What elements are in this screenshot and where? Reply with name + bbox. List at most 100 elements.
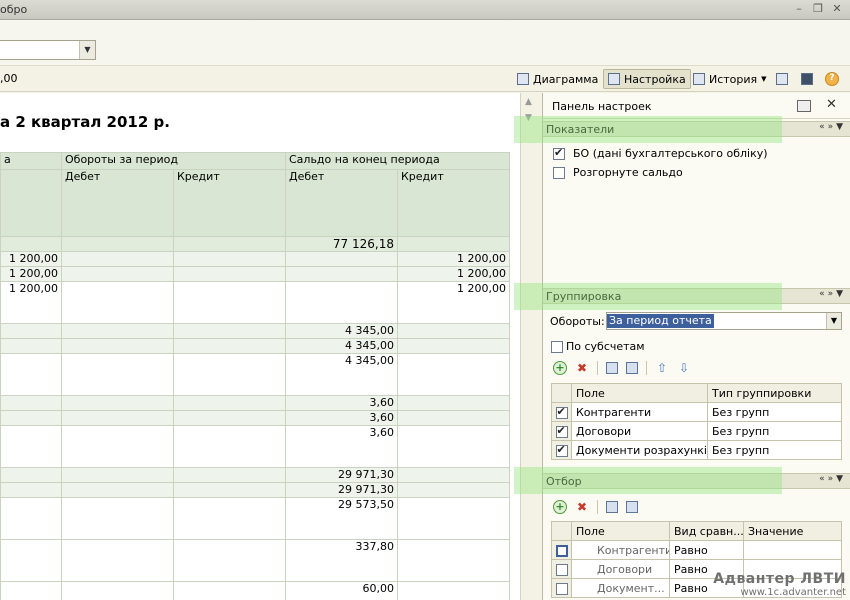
col-compare: Вид сравн...: [669, 521, 744, 541]
section-controls-icon[interactable]: «»▼: [819, 289, 846, 299]
history-icon: [693, 73, 705, 85]
indicator-item[interactable]: БО (дані бухгалтерського обліку): [553, 146, 768, 160]
table-row[interactable]: Договори Без групп: [551, 421, 842, 441]
export-button[interactable]: [772, 69, 792, 89]
title-bar: обро – ❐ ✕: [0, 0, 850, 20]
settings-panel-icon: [608, 73, 620, 85]
header-turnover: Обороты за период: [61, 152, 286, 170]
checkbox-unchecked[interactable]: [555, 563, 568, 576]
by-subaccounts-label: По субсчетам: [566, 340, 645, 353]
turnover-combo[interactable]: За период отчета ▼: [606, 312, 842, 330]
panel-options-icon[interactable]: [797, 100, 811, 112]
table-row[interactable]: 3,60: [0, 410, 510, 426]
uncheck-all-icon[interactable]: [626, 501, 638, 513]
col-field: Поле: [571, 383, 708, 403]
table-row[interactable]: 77 126,18: [0, 236, 510, 252]
restore-icon[interactable]: ❐: [811, 2, 825, 16]
checkbox-checked[interactable]: [555, 424, 568, 438]
report-title: а 2 квартал 2012 р.: [0, 113, 170, 131]
save-icon: [801, 73, 813, 85]
checkbox-checked[interactable]: [553, 146, 565, 160]
table-row[interactable]: 29 971,30: [0, 467, 510, 483]
checkbox-unchecked[interactable]: [553, 166, 565, 179]
splitter-bar[interactable]: ▲ ▼: [520, 93, 542, 600]
by-subaccounts-option[interactable]: По субсчетам: [551, 340, 645, 353]
grouping-toolbar: + ✖ ⇧ ⇩: [553, 361, 691, 375]
table-row[interactable]: Документи розрахункі... Без групп: [551, 440, 842, 460]
table-row[interactable]: 60,00: [0, 581, 510, 600]
indicator-item[interactable]: Розгорнуте сальдо: [553, 166, 683, 179]
header-turnover-credit: Кредит: [173, 169, 286, 237]
watermark-line2: www.1c.advanter.net: [740, 587, 846, 598]
dropdown-arrow-icon[interactable]: ▼: [826, 313, 841, 329]
add-icon[interactable]: +: [553, 361, 567, 375]
delete-icon[interactable]: ✖: [575, 500, 589, 514]
table-row[interactable]: 3,60: [0, 395, 510, 411]
add-icon[interactable]: +: [553, 500, 567, 514]
settings-panel-title: Панель настроек: [552, 100, 652, 113]
chevron-down-icon: ▼: [761, 75, 767, 83]
period-combo[interactable]: ▼: [0, 40, 96, 60]
window-title: обро: [0, 3, 28, 16]
delete-icon[interactable]: ✖: [575, 361, 589, 375]
move-down-icon[interactable]: ⇩: [677, 361, 691, 375]
checkbox-checked[interactable]: [555, 443, 568, 457]
watermark: Адвантер ЛВТИ www.1c.advanter.net: [713, 571, 846, 598]
export-icon: [776, 73, 788, 85]
settings-label: Настройка: [624, 72, 686, 86]
table-row[interactable]: 4 345,00: [0, 323, 510, 339]
table-row[interactable]: 29 573,50: [0, 497, 510, 540]
save-button[interactable]: [797, 69, 817, 89]
table-row[interactable]: Контрагенти Равно: [551, 540, 842, 560]
header-turnover-debit: Дебет: [61, 169, 174, 237]
minimize-icon[interactable]: –: [792, 2, 806, 16]
table-row[interactable]: 4 345,00: [0, 338, 510, 354]
amount-field: ,00: [0, 72, 18, 85]
checkbox-unchecked[interactable]: [555, 582, 568, 595]
table-row[interactable]: 337,80: [0, 539, 510, 582]
help-button[interactable]: ?: [821, 69, 843, 89]
header-col0-sub: [0, 169, 62, 237]
close-panel-icon[interactable]: ✕: [826, 97, 837, 112]
highlight-grouping: [514, 283, 782, 310]
col-field: Поле: [571, 521, 670, 541]
report-toolbar: ,00 Диаграмма Настройка История ▼ ?: [0, 66, 850, 92]
settings-button[interactable]: Настройка: [603, 69, 691, 89]
col-value: Значение: [743, 521, 842, 541]
table-row[interactable]: 4 345,00: [0, 353, 510, 396]
cell-value: 77 126,18: [285, 236, 398, 252]
checkbox-unchecked[interactable]: [555, 544, 568, 557]
diagram-button[interactable]: Диаграмма: [513, 69, 602, 89]
table-row[interactable]: Контрагенти Без групп: [551, 402, 842, 422]
highlight-indicators: [514, 116, 782, 143]
checkbox-unchecked[interactable]: [551, 340, 563, 353]
close-window-icon[interactable]: ✕: [830, 2, 844, 16]
check-all-icon[interactable]: [606, 362, 618, 374]
uncheck-all-icon[interactable]: [626, 362, 638, 374]
table-row[interactable]: 1 200,00 1 200,00: [0, 251, 510, 267]
check-all-icon[interactable]: [606, 501, 618, 513]
history-label: История: [709, 72, 758, 86]
table-row[interactable]: 1 200,00 1 200,00: [0, 266, 510, 282]
grouping-table: Поле Тип группировки Контрагенти Без гру…: [551, 383, 842, 460]
indicator-label: БО (дані бухгалтерського обліку): [573, 147, 768, 160]
move-up-icon[interactable]: ⇧: [655, 361, 669, 375]
diagram-label: Диаграмма: [533, 72, 599, 86]
checkbox-checked[interactable]: [555, 405, 568, 419]
header-col0: а: [0, 152, 62, 170]
scroll-up-icon[interactable]: ▲: [525, 97, 532, 107]
report-table: а Обороты за период Сальдо на конец пери…: [0, 152, 510, 600]
report-area: а 2 квартал 2012 р. а Обороты за период …: [0, 93, 520, 600]
table-row[interactable]: 29 971,30: [0, 482, 510, 498]
dropdown-arrow-icon[interactable]: ▼: [79, 41, 95, 59]
section-controls-icon[interactable]: «»▼: [819, 474, 846, 484]
table-row[interactable]: 3,60: [0, 425, 510, 468]
filter-toolbar: + ✖: [553, 500, 638, 514]
section-controls-icon[interactable]: «»▼: [819, 122, 846, 132]
indicator-label: Розгорнуте сальдо: [573, 166, 683, 179]
watermark-line1: Адвантер ЛВТИ: [713, 571, 846, 587]
history-button[interactable]: История ▼: [689, 69, 771, 89]
header-balance-end: Сальдо на конец периода: [285, 152, 510, 170]
settings-panel: Панель настроек ✕ Показатели «»▼ БО (дан…: [542, 93, 850, 600]
table-row[interactable]: 1 200,00 1 200,00: [0, 281, 510, 324]
